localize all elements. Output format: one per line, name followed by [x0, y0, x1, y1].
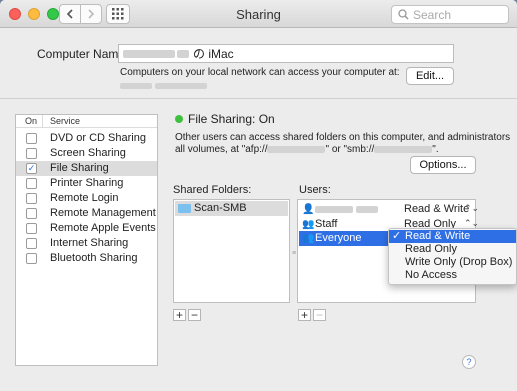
folder-icon: [178, 204, 191, 213]
zoom-button[interactable]: [47, 8, 59, 20]
help-button[interactable]: ?: [462, 355, 476, 369]
checkbox[interactable]: [26, 178, 37, 189]
service-row-printer-sharing[interactable]: Printer Sharing: [16, 176, 157, 191]
search-icon: [398, 9, 409, 20]
column-service: Service: [50, 116, 81, 126]
service-row-remote-apple-events[interactable]: Remote Apple Events: [16, 221, 157, 236]
service-row-remote-management[interactable]: Remote Management: [16, 206, 157, 221]
column-on: On: [25, 116, 38, 126]
person-icon: 👤: [302, 204, 315, 215]
sharing-window: Sharing Computer Name: の iMac Computers …: [0, 0, 517, 391]
checkbox[interactable]: [26, 148, 37, 159]
edit-button[interactable]: Edit...: [406, 67, 454, 85]
menu-item-read-write[interactable]: ✓ Read & Write: [389, 230, 516, 243]
checkbox-checked[interactable]: ✓: [26, 163, 37, 174]
redacted-text: [123, 49, 175, 58]
permission-menu: ✓ Read & Write Read Only Write Only (Drop…: [388, 228, 517, 285]
file-sharing-address: all volumes, at "afp://" or "smb://".: [175, 144, 439, 155]
checkbox[interactable]: [26, 193, 37, 204]
remove-user-button[interactable]: −: [313, 309, 326, 321]
network-access-text: Computers on your local network can acce…: [120, 67, 400, 78]
title-bar: Sharing: [0, 0, 517, 28]
user-row[interactable]: 👤 Read & Write ⌃⌄: [299, 202, 479, 217]
grid-icon: [112, 8, 124, 20]
checkbox[interactable]: [26, 208, 37, 219]
service-row-internet-sharing[interactable]: Internet Sharing: [16, 236, 157, 251]
chevron-left-icon: [66, 9, 73, 19]
service-row-screen-sharing[interactable]: Screen Sharing: [16, 146, 157, 161]
add-user-button[interactable]: +: [298, 309, 311, 321]
shared-folders-label: Shared Folders:: [173, 184, 252, 196]
checkbox[interactable]: [26, 253, 37, 264]
remove-folder-button[interactable]: −: [188, 309, 201, 321]
service-list-header: On Service: [16, 115, 157, 128]
service-list: On Service DVD or CD Sharing Screen Shar…: [15, 114, 158, 366]
close-button[interactable]: [9, 8, 21, 20]
checkbox[interactable]: [26, 238, 37, 249]
divider: [0, 98, 517, 99]
add-folder-button[interactable]: +: [173, 309, 186, 321]
users-label: Users:: [299, 184, 331, 196]
search-input[interactable]: [413, 7, 503, 22]
service-row-remote-login[interactable]: Remote Login: [16, 191, 157, 206]
file-sharing-status: File Sharing: On: [188, 112, 275, 126]
show-all-button[interactable]: [106, 4, 130, 24]
group-icon: 👥: [302, 219, 315, 230]
shared-folders-list: Scan-SMB: [173, 199, 290, 303]
forward-button[interactable]: [80, 4, 102, 24]
user-row-selected[interactable]: 👥 Everyone: [299, 231, 399, 246]
computer-name-label: Computer Name:: [37, 47, 129, 61]
options-button[interactable]: Options...: [410, 156, 476, 174]
checkbox[interactable]: [26, 223, 37, 234]
back-button[interactable]: [59, 4, 81, 24]
status-indicator-icon: [175, 115, 183, 123]
service-row-bluetooth-sharing[interactable]: Bluetooth Sharing: [16, 251, 157, 266]
redacted-text: [177, 49, 189, 58]
search-field[interactable]: [391, 5, 509, 24]
service-rows: DVD or CD Sharing Screen Sharing ✓ File S…: [16, 128, 157, 266]
shared-folder-row[interactable]: Scan-SMB: [175, 201, 288, 216]
file-sharing-description: Other users can access shared folders on…: [175, 132, 511, 143]
menu-item-no-access[interactable]: No Access: [389, 269, 516, 282]
checkbox[interactable]: [26, 133, 37, 144]
stepper-icon[interactable]: ⌃⌄: [464, 203, 479, 214]
redacted-address: [120, 80, 208, 92]
minimize-button[interactable]: [28, 8, 40, 20]
checkmark-icon: ✓: [392, 230, 402, 242]
service-row-dvd-cd-sharing[interactable]: DVD or CD Sharing: [16, 131, 157, 146]
computer-name-field[interactable]: の iMac: [118, 44, 454, 63]
menu-item-write-only[interactable]: Write Only (Drop Box): [389, 256, 516, 269]
service-row-file-sharing[interactable]: ✓ File Sharing: [16, 161, 157, 176]
everyone-icon: 👥: [302, 233, 315, 244]
menu-item-read-only[interactable]: Read Only: [389, 243, 516, 256]
chevron-right-icon: [88, 9, 95, 19]
computer-name-suffix: の iMac: [193, 47, 234, 61]
